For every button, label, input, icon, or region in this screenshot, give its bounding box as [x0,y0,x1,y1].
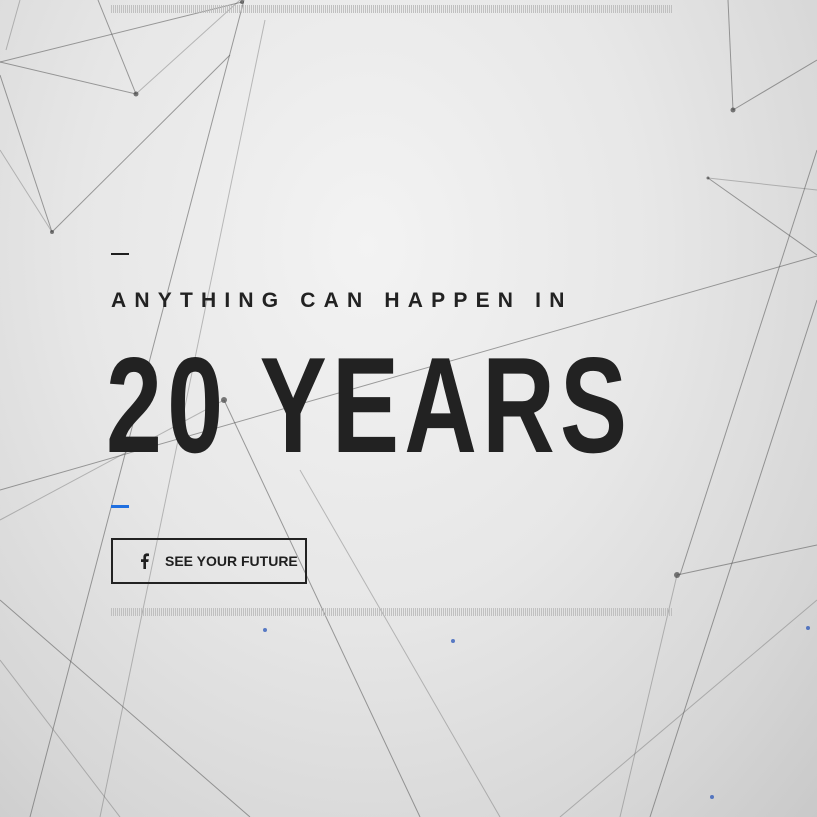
hero-headline: 20 YEARS [106,329,633,481]
see-your-future-label: SEE YOUR FUTURE [165,553,298,569]
facebook-icon [137,552,151,570]
accent-dash-black [111,253,129,255]
bottom-dotted-divider [111,608,672,616]
accent-dash-blue [111,505,129,508]
top-dotted-divider [111,5,672,13]
see-your-future-button[interactable]: SEE YOUR FUTURE [111,538,307,584]
hero-tagline: ANYTHING CAN HAPPEN IN [111,289,573,312]
